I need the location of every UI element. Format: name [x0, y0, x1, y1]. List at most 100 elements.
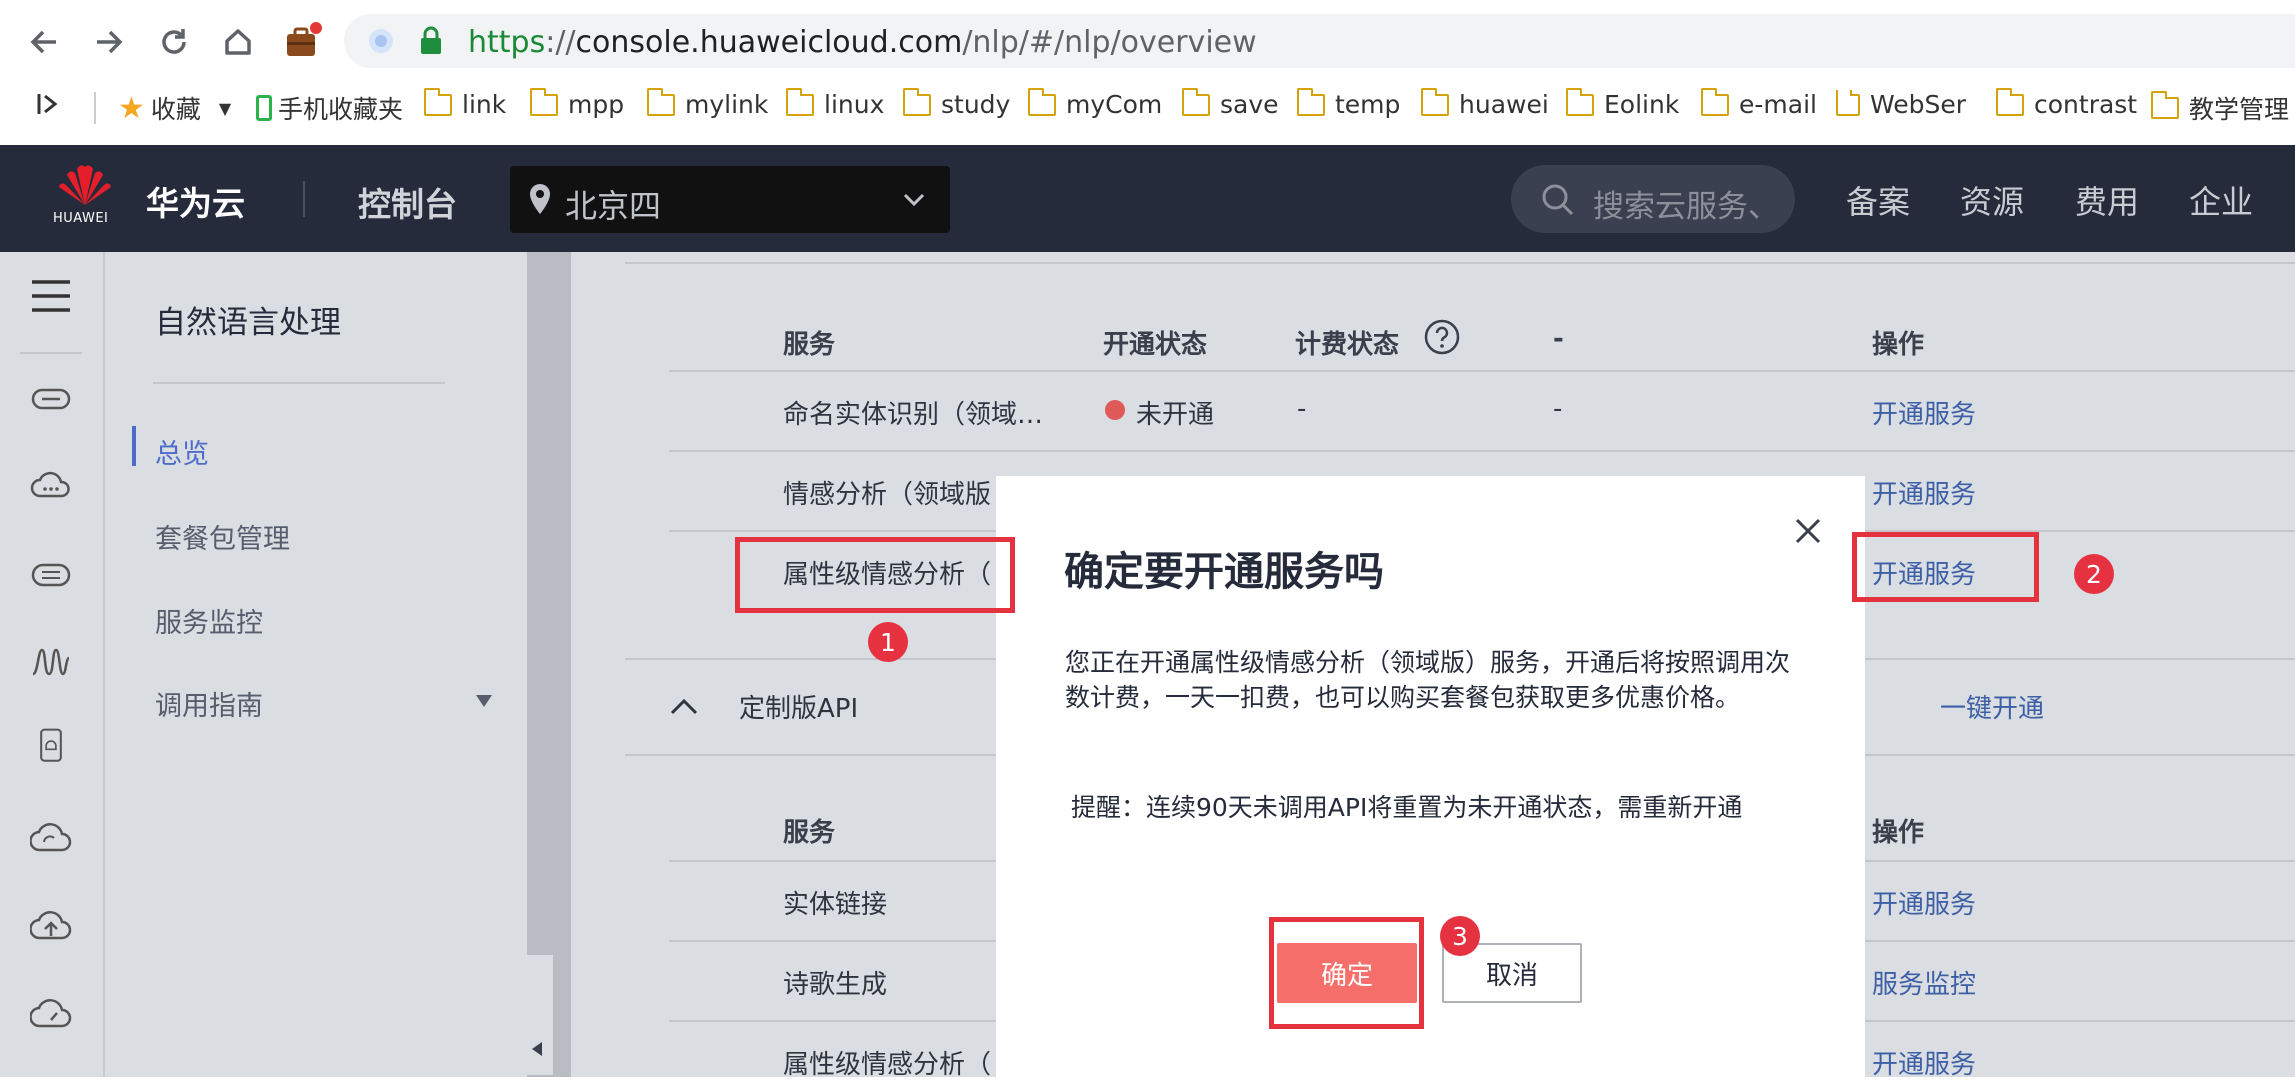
- dialog-tip: 提醒：连续90天未调用API将重置为未开通状态，需重新开通: [1071, 793, 1743, 822]
- enable-service-link[interactable]: 开通服务: [1872, 474, 1976, 511]
- help-icon[interactable]: [1423, 318, 1461, 356]
- table-row-billing: -: [1297, 394, 1307, 424]
- briefcase-icon[interactable]: [280, 20, 324, 64]
- bookmark-folder[interactable]: Eolink: [1565, 87, 1679, 119]
- bookmark-folder[interactable]: contrast: [1995, 87, 2137, 119]
- annotation-marker: 1: [868, 622, 908, 662]
- col-dash: -: [1553, 324, 1564, 354]
- enable-service-link[interactable]: 开通服务: [1872, 1044, 1976, 1081]
- home-icon[interactable]: [216, 20, 260, 64]
- nav-resources[interactable]: 资源: [1960, 177, 2024, 223]
- bookmark-folder[interactable]: myCom: [1027, 87, 1162, 119]
- divider: [669, 370, 2295, 372]
- menu-icon[interactable]: [30, 278, 72, 314]
- enable-service-link[interactable]: 开通服务: [1872, 884, 1976, 921]
- bookmark-folder[interactable]: mylink: [646, 87, 768, 119]
- nav-filing[interactable]: 备案: [1846, 177, 1910, 223]
- divider: [20, 352, 82, 354]
- active-indicator: [132, 426, 136, 466]
- search-icon: [1542, 184, 1574, 216]
- folder-icon: [1700, 87, 1729, 116]
- lock-icon: [421, 26, 441, 54]
- sidebar-item-monitor[interactable]: 服务监控: [155, 601, 263, 640]
- cloud-gauge-icon[interactable]: [30, 996, 72, 1032]
- folder-icon: [2151, 91, 2179, 119]
- divider: [669, 450, 2295, 452]
- table-row-service: 属性级情感分析（: [783, 1050, 992, 1080]
- nav-enterprise[interactable]: 企业: [2189, 177, 2253, 223]
- dropdown-icon: ▼: [218, 98, 232, 118]
- col-service: 服务: [783, 818, 836, 848]
- bookmarks-bar: ★ 收藏 ▼ 手机收藏夹 link mpp mylink linux study…: [0, 87, 2295, 132]
- bookmark-folder[interactable]: huawei: [1420, 87, 1549, 119]
- confirm-dialog: 确定要开通服务吗 您正在开通属性级情感分析（领域版）服务，开通后将按照调用次数计…: [996, 476, 1865, 1077]
- caret-down-icon[interactable]: [475, 694, 493, 708]
- huawei-logo[interactable]: HUAWEI: [53, 163, 115, 233]
- service-search[interactable]: 搜索云服务、: [1511, 165, 1795, 233]
- folder-icon: [902, 87, 931, 116]
- region-selector[interactable]: 北京四: [510, 166, 950, 233]
- star-icon: ★: [118, 90, 145, 126]
- site-info-icon[interactable]: [366, 26, 396, 56]
- back-icon[interactable]: [22, 20, 66, 64]
- waveform-icon[interactable]: [30, 644, 72, 680]
- col-status: 开通状态: [1103, 330, 1208, 360]
- url-text[interactable]: https://console.huaweicloud.com/nlp/#/nl…: [468, 25, 1257, 60]
- forward-icon[interactable]: [87, 20, 131, 64]
- table-row-service: 实体链接: [783, 890, 888, 920]
- sidebar-item-overview[interactable]: 总览: [155, 432, 209, 471]
- bookmark-folder[interactable]: link: [423, 87, 506, 119]
- folder-icon: [646, 87, 675, 116]
- cloud-upload-icon[interactable]: [30, 908, 72, 944]
- device-icon[interactable]: [30, 728, 72, 764]
- caret-left-icon: [532, 1042, 542, 1056]
- col-service: 服务: [783, 330, 836, 360]
- folder-icon: [1995, 87, 2024, 116]
- nav-billing[interactable]: 费用: [2075, 177, 2139, 223]
- bookmark-mobile[interactable]: 手机收藏夹: [256, 90, 403, 126]
- chevron-up-icon[interactable]: [669, 696, 699, 716]
- folder-icon: [1420, 87, 1449, 116]
- address-bar[interactable]: https://console.huaweicloud.com/nlp/#/nl…: [344, 14, 2295, 68]
- location-pin-icon: [530, 184, 550, 214]
- annotation-marker: 3: [1440, 916, 1480, 956]
- dialog-message: 您正在开通属性级情感分析（领域版）服务，开通后将按照调用次数计费，一天一扣费，也…: [1065, 648, 1791, 712]
- side-nav-title: 自然语言处理: [155, 305, 341, 341]
- table-row-service: 情感分析（领域版: [783, 480, 992, 510]
- cloud-dots-icon[interactable]: [30, 468, 72, 504]
- cloud-icon[interactable]: [30, 820, 72, 856]
- console-link[interactable]: 控制台: [358, 178, 457, 226]
- service-monitor-link[interactable]: 服务监控: [1872, 964, 1976, 1001]
- bookmark-folder[interactable]: 教学管理: [2151, 90, 2295, 126]
- col-billing: 计费状态: [1295, 330, 1400, 360]
- table-row-service: 诗歌生成: [783, 970, 888, 1000]
- table-row-dash: -: [1553, 394, 1563, 424]
- reload-icon[interactable]: [152, 20, 196, 64]
- bookmark-folder[interactable]: study: [902, 87, 1010, 119]
- bookmark-folder[interactable]: mpp: [529, 87, 624, 119]
- bookmark-folder[interactable]: e-mail: [1700, 87, 1817, 119]
- bookmark-folder[interactable]: linux: [785, 87, 884, 119]
- sidebar-item-packages[interactable]: 套餐包管理: [155, 517, 290, 556]
- enable-service-link[interactable]: 开通服务: [1872, 394, 1976, 431]
- folder-icon: [1027, 87, 1056, 116]
- bookmark-favorites[interactable]: ★ 收藏 ▼: [118, 90, 231, 126]
- console-header: HUAWEI 华为云 控制台 北京四 搜索云服务、 备案 资源 费用 企业: [0, 145, 2295, 252]
- bookmark-folder[interactable]: temp: [1296, 87, 1400, 119]
- main-gutter: [527, 252, 571, 1077]
- bookmark-folder[interactable]: save: [1181, 87, 1279, 119]
- close-icon[interactable]: [1791, 514, 1825, 548]
- compute-icon[interactable]: [30, 380, 72, 416]
- folder-icon: [1296, 87, 1325, 116]
- brand-name[interactable]: 华为云: [146, 177, 245, 225]
- bookmark-folder[interactable]: WebSer: [1836, 90, 1966, 119]
- one-click-enable-link[interactable]: 一键开通: [1940, 688, 2044, 725]
- sidebar-item-guide[interactable]: 调用指南: [155, 684, 263, 723]
- service-icon-bar: [0, 252, 105, 1077]
- region-label: 北京四: [565, 187, 662, 225]
- collapse-sidebar-tab[interactable]: [505, 955, 553, 1075]
- storage-icon[interactable]: [30, 556, 72, 592]
- sidebar-toggle-icon[interactable]: [34, 90, 62, 118]
- browser-chrome: https://console.huaweicloud.com/nlp/#/nl…: [0, 0, 2295, 145]
- search-placeholder: 搜索云服务、: [1593, 189, 1779, 225]
